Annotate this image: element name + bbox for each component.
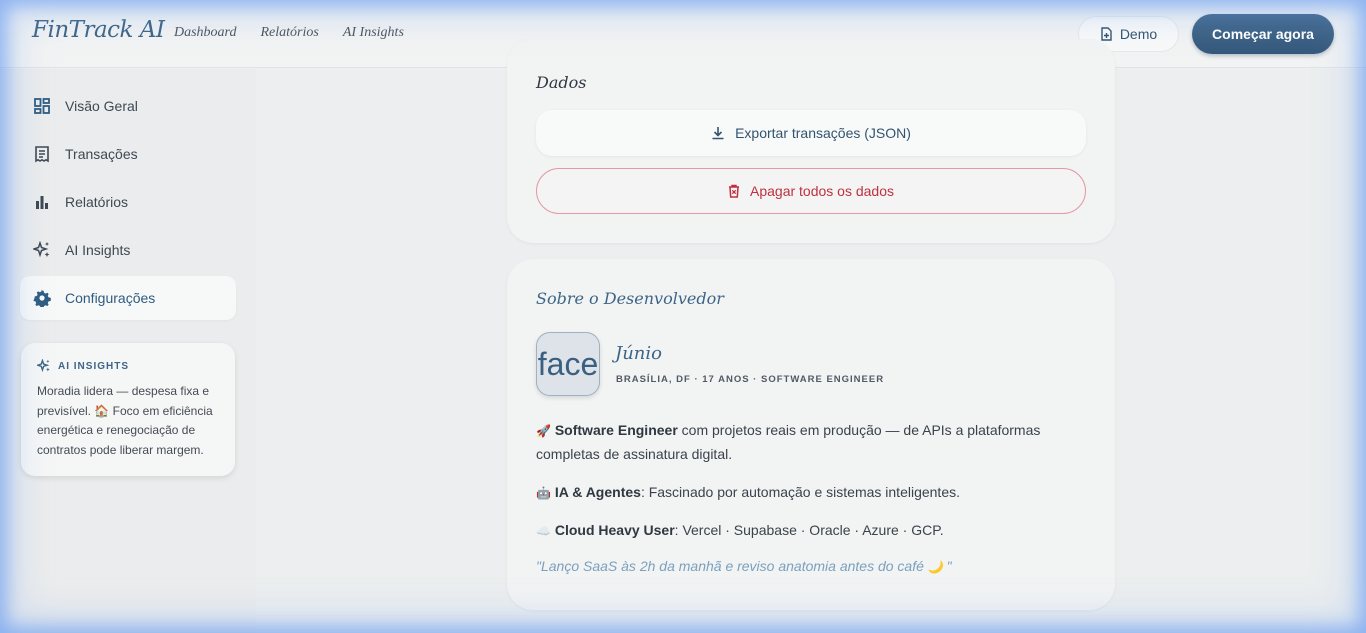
sidebar-item-overview[interactable]: Visão Geral xyxy=(20,84,236,128)
sidebar-item-transactions[interactable]: Transações xyxy=(20,132,236,176)
highlight-text: Cloud Heavy User xyxy=(554,522,675,538)
brand-logo[interactable]: FinTrack AI xyxy=(32,17,165,43)
nav-link-ai-insights[interactable]: AI Insights xyxy=(343,25,404,41)
ai-card-text: Moradia lidera — despesa fixa e previsív… xyxy=(37,382,223,460)
grid-icon xyxy=(34,98,50,114)
receipt-icon xyxy=(35,146,49,163)
trash-icon xyxy=(729,184,739,198)
main-content: Dados Exportar transações (JSON) Apagar … xyxy=(256,39,1366,633)
delete-label: Apagar todos os dados xyxy=(750,183,894,199)
gear-icon xyxy=(33,289,51,307)
quote-text: " xyxy=(942,558,952,574)
highlight-text: IA & Agentes xyxy=(554,484,641,500)
sparkles-icon xyxy=(33,241,50,258)
start-now-button[interactable]: Começar agora xyxy=(1192,14,1334,54)
rocket-emoji: 🚀 xyxy=(536,424,551,438)
demo-label: Demo xyxy=(1119,26,1158,42)
quote-text: "Lanço SaaS às 2h da manhã e reviso anat… xyxy=(536,558,928,574)
sidebar-item-reports[interactable]: Relatórios xyxy=(20,180,236,224)
moon-emoji: 🌙 xyxy=(927,560,943,574)
data-card: Dados Exportar transações (JSON) Apagar … xyxy=(507,39,1115,243)
ai-card-title: AI INSIGHTS xyxy=(58,360,130,372)
sparkles-icon xyxy=(37,359,50,373)
about-paragraph-cloud: ☁️ Cloud Heavy User: Vercel · Supabase ·… xyxy=(536,519,1066,543)
sidebar: Visão Geral Transações Relatórios AI Ins… xyxy=(0,69,256,633)
cloud-emoji: ☁️ xyxy=(536,524,551,538)
sidebar-item-label: AI Insights xyxy=(65,242,131,258)
developer-quote: "Lanço SaaS às 2h da manhã e reviso anat… xyxy=(536,558,952,574)
export-json-button[interactable]: Exportar transações (JSON) xyxy=(536,110,1086,156)
about-paragraph-ai: 🤖 IA & Agentes: Fascinado por automação … xyxy=(536,481,1066,505)
house-emoji: 🏠 xyxy=(94,403,110,418)
sidebar-item-label: Visão Geral xyxy=(65,98,138,114)
section-title-about: Sobre o Desenvolvedor xyxy=(536,289,724,308)
bar-chart-icon xyxy=(36,196,48,209)
sidebar-item-settings[interactable]: Configurações xyxy=(20,276,236,320)
paragraph-text: : Vercel · Supabase · Oracle · Azure · G… xyxy=(674,522,944,538)
nav-link-dashboard[interactable]: Dashboard xyxy=(174,25,237,41)
section-title-data: Dados xyxy=(536,73,587,92)
developer-name: Júnio xyxy=(615,343,662,364)
export-label: Exportar transações (JSON) xyxy=(735,125,911,141)
nav-link-reports[interactable]: Relatórios xyxy=(261,25,319,41)
sidebar-item-label: Transações xyxy=(65,146,138,162)
about-paragraph-engineer: 🚀 Software Engineer com projetos reais e… xyxy=(536,419,1066,466)
robot-emoji: 🤖 xyxy=(536,486,551,500)
top-nav: Dashboard Relatórios AI Insights xyxy=(174,25,404,41)
sidebar-item-ai-insights[interactable]: AI Insights xyxy=(20,228,236,272)
developer-meta: BRASÍLIA, DF · 17 ANOS · SOFTWARE ENGINE… xyxy=(616,374,885,385)
about-developer-card: Sobre o Desenvolvedor face Júnio BRASÍLI… xyxy=(507,259,1115,610)
file-plus-icon xyxy=(1101,27,1112,41)
ai-insights-card: AI INSIGHTS Moradia lidera — despesa fix… xyxy=(21,343,235,476)
delete-all-data-button[interactable]: Apagar todos os dados xyxy=(536,168,1086,214)
avatar: face xyxy=(536,332,600,396)
highlight-text: Software Engineer xyxy=(554,422,678,438)
sidebar-item-label: Relatórios xyxy=(65,194,129,210)
download-icon xyxy=(712,127,724,140)
paragraph-text: : Fascinado por automação e sistemas int… xyxy=(640,484,960,500)
sidebar-item-label: Configurações xyxy=(65,290,156,306)
